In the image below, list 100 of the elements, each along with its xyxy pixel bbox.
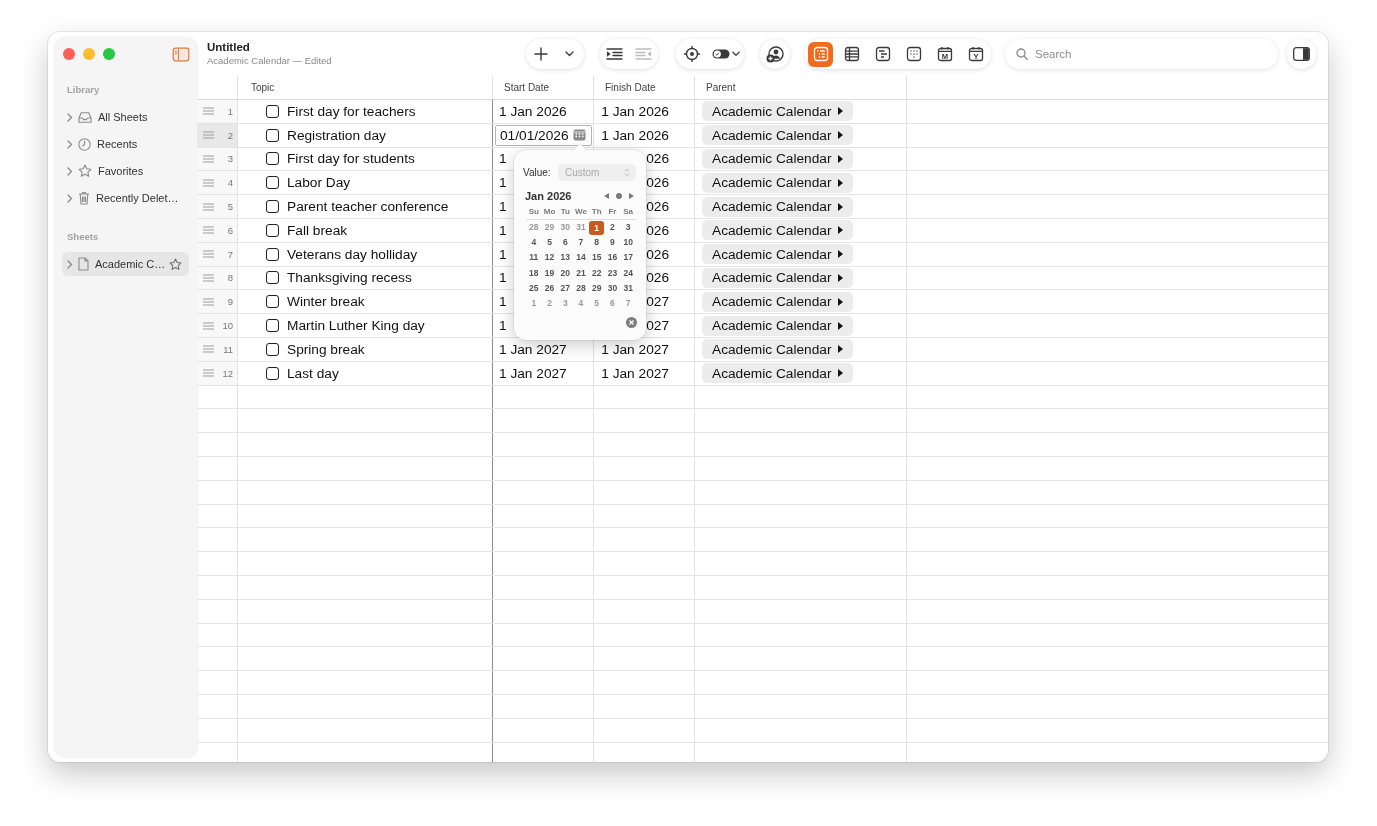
parent-button[interactable]: Academic Calendar — [702, 149, 854, 169]
drag-handle-icon[interactable] — [203, 178, 214, 187]
row-header[interactable]: 4 — [197, 171, 238, 195]
calendar-day[interactable]: 23 — [607, 266, 618, 280]
column-header[interactable]: Finish Date — [594, 82, 656, 93]
checkbox[interactable] — [266, 200, 279, 214]
sidebar-item[interactable]: Favorites — [62, 159, 189, 183]
parent-button[interactable]: Academic Calendar — [702, 101, 854, 122]
parent-button[interactable]: Academic Calendar — [702, 291, 854, 312]
toggle-icon[interactable] — [711, 49, 730, 59]
table-icon[interactable] — [843, 46, 860, 62]
calendar-day[interactable]: 20 — [560, 266, 571, 280]
checkbox[interactable] — [266, 176, 279, 190]
dot-grid-icon[interactable] — [905, 46, 922, 62]
calendar-day[interactable]: 10 — [623, 236, 634, 250]
drag-handle-icon[interactable] — [203, 345, 214, 354]
calendar-day[interactable]: 27 — [560, 281, 571, 295]
row-header[interactable]: 7 — [197, 242, 238, 266]
row-header[interactable]: 5 — [197, 195, 238, 218]
calendar-day[interactable]: 28 — [576, 281, 586, 295]
checkbox[interactable] — [266, 152, 279, 166]
parent-button[interactable]: Academic Calendar — [702, 196, 854, 217]
parent-button[interactable]: Academic Calendar — [702, 172, 854, 193]
sidebar-icon[interactable] — [172, 46, 190, 62]
right-arrow-icon[interactable] — [629, 193, 634, 199]
checkbox[interactable] — [266, 128, 279, 142]
calendar-day[interactable]: 31 — [623, 281, 634, 295]
calendar-day[interactable]: 19 — [544, 266, 555, 280]
calendar-day[interactable]: 1 — [589, 220, 605, 235]
sidebar-item[interactable]: Recents — [62, 132, 189, 156]
plus-icon[interactable] — [533, 47, 548, 61]
close-icon[interactable] — [63, 48, 75, 60]
drag-handle-icon[interactable] — [203, 107, 214, 116]
parent-button[interactable]: Academic Calendar — [702, 125, 854, 146]
drag-handle-icon[interactable] — [203, 273, 214, 282]
parent-button[interactable]: Academic Calendar — [702, 339, 854, 360]
calendar-day[interactable]: 22 — [591, 266, 602, 280]
row-header[interactable]: 11 — [197, 337, 238, 361]
chevron-right-icon[interactable] — [67, 166, 73, 176]
column-header[interactable]: Start Date — [493, 82, 550, 93]
calendar-day[interactable]: 29 — [591, 281, 602, 295]
search-field[interactable]: Search — [1005, 39, 1278, 69]
chevron-right-icon[interactable] — [67, 139, 73, 149]
row-header[interactable]: 2 — [197, 123, 238, 147]
calendar-day[interactable]: 17 — [623, 251, 634, 265]
checkbox[interactable] — [266, 342, 279, 356]
chevron-right-icon[interactable] — [67, 259, 73, 269]
checkbox[interactable] — [266, 319, 279, 333]
row-header[interactable]: 12 — [197, 361, 238, 385]
parent-button[interactable]: Academic Calendar — [702, 267, 854, 288]
calendar-day[interactable]: 24 — [623, 266, 634, 280]
calendar-day[interactable]: 16 — [607, 251, 618, 265]
dot-icon[interactable] — [616, 193, 622, 199]
sidebar-item[interactable]: Academic C… — [62, 252, 189, 276]
drag-handle-icon[interactable] — [203, 297, 214, 306]
calendar-day[interactable]: 5 — [544, 236, 555, 250]
drag-handle-icon[interactable] — [203, 131, 214, 140]
calendar-day[interactable]: 14 — [576, 251, 586, 265]
drag-handle-icon[interactable] — [203, 369, 214, 378]
drag-handle-icon[interactable] — [203, 321, 214, 330]
parent-button[interactable]: Academic Calendar — [702, 220, 854, 241]
target-icon[interactable] — [683, 46, 700, 62]
sidebar-right-icon[interactable] — [1293, 47, 1310, 61]
indent-icon[interactable] — [606, 48, 623, 60]
left-arrow-icon[interactable] — [604, 193, 609, 199]
chevron-right-icon[interactable] — [67, 193, 73, 203]
calendar-day[interactable]: 12 — [544, 251, 555, 265]
calendar-day[interactable]: 25 — [528, 281, 539, 295]
calendar-day[interactable]: 6 — [560, 236, 571, 250]
row-header[interactable]: 8 — [197, 266, 238, 290]
person-add-icon[interactable] — [766, 45, 784, 63]
clear-icon[interactable] — [626, 317, 637, 329]
calendar-day[interactable]: 18 — [528, 266, 539, 280]
sidebar-item[interactable]: All Sheets — [62, 105, 189, 129]
calendar-day[interactable]: 26 — [544, 281, 555, 295]
date-field[interactable]: 01/01/2026 — [495, 124, 592, 146]
calendar-day[interactable]: 9 — [607, 236, 618, 250]
row-header[interactable]: 1 — [197, 100, 238, 123]
checkbox[interactable] — [266, 295, 279, 309]
row-header[interactable]: 3 — [197, 147, 238, 171]
checkbox[interactable] — [266, 247, 279, 261]
calendar-day[interactable]: 2 — [607, 221, 618, 235]
checkbox[interactable] — [266, 223, 279, 237]
drag-handle-icon[interactable] — [203, 202, 214, 211]
star-icon[interactable] — [169, 257, 182, 271]
parent-button[interactable]: Academic Calendar — [702, 315, 854, 336]
chevron-down-icon[interactable] — [565, 51, 574, 57]
calendar-day[interactable]: 21 — [576, 266, 586, 280]
checkbox[interactable] — [266, 104, 279, 118]
calendar-day[interactable]: 13 — [560, 251, 571, 265]
drag-handle-icon[interactable] — [203, 226, 214, 235]
drag-handle-icon[interactable] — [203, 155, 214, 163]
chevron-down-icon[interactable] — [731, 51, 740, 57]
calendar-day[interactable]: 7 — [576, 236, 586, 250]
calendar-day[interactable]: 30 — [607, 281, 618, 295]
row-header[interactable]: 9 — [197, 290, 238, 314]
parent-button[interactable]: Academic Calendar — [702, 363, 854, 384]
row-header[interactable]: 10 — [197, 314, 238, 337]
calendar-day[interactable]: 15 — [591, 251, 602, 265]
calendar-day[interactable]: 3 — [623, 221, 634, 235]
